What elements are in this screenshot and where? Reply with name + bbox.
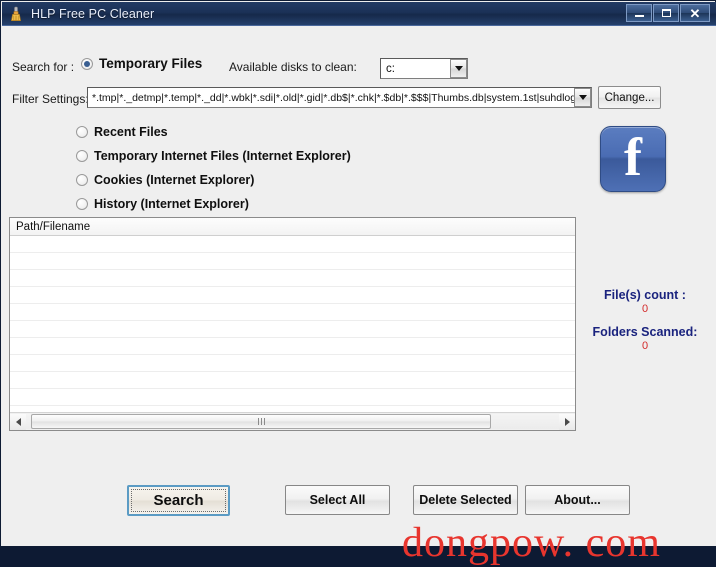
close-button[interactable]: ✕ <box>680 4 710 22</box>
filter-settings-label: Filter Settings: <box>12 92 89 106</box>
radio-temporary-internet-files[interactable]: Temporary Internet Files (Internet Explo… <box>76 149 351 163</box>
chevron-down-icon <box>454 66 463 71</box>
radio-temporary-files[interactable]: Temporary Files <box>81 56 202 71</box>
radio-temporary-internet-files-label: Temporary Internet Files (Internet Explo… <box>94 149 351 163</box>
radio-history-label: History (Internet Explorer) <box>94 197 249 211</box>
filter-settings-arrow-button[interactable] <box>574 88 591 107</box>
search-button-label: Search <box>153 492 204 509</box>
radio-temporary-files-indicator[interactable] <box>81 57 93 70</box>
search-for-label: Search for : <box>12 60 75 74</box>
broom-icon <box>8 6 24 22</box>
radio-temporary-internet-files-indicator[interactable] <box>76 150 88 162</box>
window-title: HLP Free PC Cleaner <box>31 6 155 21</box>
folders-scanned-value: 0 <box>641 340 649 352</box>
radio-temporary-files-label: Temporary Files <box>99 56 203 71</box>
file-list-horizontal-scrollbar[interactable] <box>10 412 575 430</box>
delete-selected-button[interactable]: Delete Selected <box>413 485 518 515</box>
scroll-right-button[interactable] <box>559 413 575 430</box>
table-row[interactable] <box>10 236 575 253</box>
application-window: HLP Free PC Cleaner ✕ Search for : Tempo… <box>0 0 716 566</box>
file-list-rows <box>10 236 575 412</box>
about-button[interactable]: About... <box>525 485 630 515</box>
select-all-button[interactable]: Select All <box>285 485 390 515</box>
files-count-value: 0 <box>641 303 649 315</box>
chevron-down-icon <box>578 95 587 100</box>
table-row[interactable] <box>10 321 575 338</box>
change-filter-button[interactable]: Change... <box>598 86 661 109</box>
radio-cookies-indicator[interactable] <box>76 174 88 186</box>
title-bar: HLP Free PC Cleaner ✕ <box>2 2 716 26</box>
files-count-label: File(s) count : <box>604 288 686 302</box>
radio-recent-files[interactable]: Recent Files <box>76 125 168 139</box>
close-icon: ✕ <box>689 5 701 21</box>
radio-cookies[interactable]: Cookies (Internet Explorer) <box>76 173 254 187</box>
window-controls: ✕ <box>626 4 710 22</box>
file-list-column-path: Path/Filename <box>16 220 91 233</box>
folders-scanned-label: Folders Scanned: <box>592 325 698 339</box>
table-row[interactable] <box>10 270 575 287</box>
table-row[interactable] <box>10 338 575 355</box>
scrollbar-track[interactable] <box>26 414 559 429</box>
radio-history-indicator[interactable] <box>76 198 88 210</box>
minimize-icon <box>634 15 644 17</box>
maximize-icon <box>661 9 671 17</box>
disk-select-value: c: <box>386 62 395 75</box>
scrollbar-grip-icon <box>257 418 265 425</box>
radio-history[interactable]: History (Internet Explorer) <box>76 197 249 211</box>
filter-settings-value: *.tmp|*._detmp|*.temp|*._dd|*.wbk|*.sdi|… <box>92 91 574 104</box>
radio-recent-files-label: Recent Files <box>94 125 168 139</box>
scroll-left-button[interactable] <box>10 413 26 430</box>
search-button[interactable]: Search <box>127 485 230 516</box>
table-row[interactable] <box>10 355 575 372</box>
arrow-left-icon <box>15 417 21 426</box>
counters-panel: File(s) count : 0 Folders Scanned: 0 <box>576 288 714 362</box>
maximize-button[interactable] <box>653 4 679 22</box>
client-area: Search for : Temporary Files Available d… <box>2 26 716 566</box>
radio-recent-files-indicator[interactable] <box>76 126 88 138</box>
filter-settings-combo[interactable]: *.tmp|*._detmp|*.temp|*._dd|*.wbk|*.sdi|… <box>87 87 592 108</box>
disk-select[interactable]: c: <box>380 58 468 79</box>
file-list-header: Path/Filename <box>10 218 575 236</box>
scrollbar-thumb[interactable] <box>31 414 491 429</box>
radio-cookies-label: Cookies (Internet Explorer) <box>94 173 255 187</box>
table-row[interactable] <box>10 389 575 406</box>
watermark-text: dongpow. com <box>402 520 661 566</box>
file-list[interactable]: Path/Filename <box>9 217 576 431</box>
table-row[interactable] <box>10 372 575 389</box>
table-row[interactable] <box>10 304 575 321</box>
table-row[interactable] <box>10 253 575 270</box>
minimize-button[interactable] <box>626 4 652 22</box>
facebook-f-glyph: f <box>624 127 642 187</box>
facebook-icon[interactable]: f <box>600 126 666 192</box>
disk-select-arrow-button[interactable] <box>450 59 467 78</box>
available-disks-label: Available disks to clean: <box>229 60 357 74</box>
table-row[interactable] <box>10 287 575 304</box>
arrow-right-icon <box>564 417 570 426</box>
